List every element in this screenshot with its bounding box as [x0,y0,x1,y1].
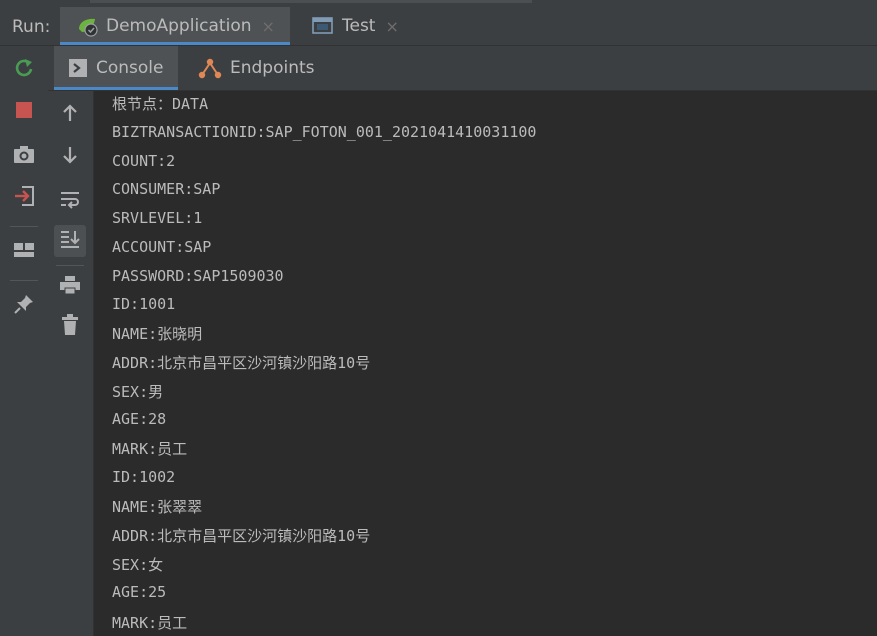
trash-icon [61,314,79,340]
down-arrow-icon [60,145,80,169]
down-button[interactable] [54,141,86,173]
dump-threads-button[interactable] [10,142,38,170]
console-line: CONSUMER:SAP [112,180,221,198]
console-line: ADDR:北京市昌平区沙河镇沙阳路10号 [112,354,371,372]
restore-layout-button[interactable] [10,238,38,266]
run-label: Run: [12,17,51,37]
console-output[interactable]: 根节点：DATA BIZTRANSACTIONID:SAP_FOTON_001_… [94,91,877,636]
window-icon [312,15,336,37]
print-icon [59,275,81,299]
console-line: ID:1001 [112,295,176,313]
scroll-to-end-icon [59,228,81,254]
console-line: COUNT:2 [112,152,176,170]
toolbar-divider [10,226,38,227]
close-icon[interactable]: × [385,17,398,36]
clear-all-button[interactable] [54,311,86,343]
up-arrow-icon [60,103,80,127]
stop-button[interactable] [10,98,38,126]
tab-label: Test [342,16,376,36]
console-line: MARK:员工 [112,614,188,632]
console-icon [68,58,88,78]
console-line: SRVLEVEL:1 [112,209,203,227]
up-button[interactable] [54,99,86,131]
console-line: NAME:张翠翠 [112,498,203,516]
toolbar-divider [56,265,84,266]
exit-button[interactable] [10,184,38,212]
console-line: SEX:女 [112,556,164,574]
console-line: ADDR:北京市昌平区沙河镇沙阳路10号 [112,527,371,545]
print-button[interactable] [54,271,86,303]
tab-label: DemoApplication [106,16,252,36]
soft-wrap-button[interactable] [54,185,86,217]
camera-icon [13,144,35,168]
rerun-icon [13,57,35,83]
console-line: ACCOUNT:SAP [112,238,212,256]
close-icon[interactable]: × [262,17,275,36]
toolbar-divider [10,280,38,281]
run-toolbar [0,46,49,636]
soft-wrap-icon [59,189,81,213]
stop-icon [15,101,33,123]
console-line: ID:1002 [112,468,176,486]
tab-label: Endpoints [230,58,315,78]
console-line: 根节点：DATA [112,95,209,113]
exit-icon [13,185,35,211]
console-line: AGE:28 [112,410,167,428]
layout-icon [13,241,35,263]
tab-demo-application[interactable]: DemoApplication × [60,7,290,45]
console-tab-bar: Console Endpoints [48,46,877,91]
spring-boot-icon [76,15,100,37]
tab-console[interactable]: Console [54,46,178,90]
tab-label: Console [96,58,164,78]
tab-test[interactable]: Test × [302,7,402,45]
folded-panel-edge [90,0,532,3]
scroll-to-end-button[interactable] [54,225,86,257]
rerun-button[interactable] [10,56,38,84]
console-line: NAME:张晓明 [112,325,203,343]
endpoints-icon [198,57,222,79]
console-line: AGE:25 [112,583,167,601]
console-toolbar [48,91,94,636]
console-line: SEX:男 [112,383,164,401]
console-line: PASSWORD:SAP1509030 [112,267,284,285]
console-line: MARK:员工 [112,440,188,458]
pin-tab-button[interactable] [10,292,38,320]
console-line: BIZTRANSACTIONID:SAP_FOTON_001_202104141… [112,123,537,141]
tab-endpoints[interactable]: Endpoints [184,46,315,90]
pin-icon [13,293,35,319]
run-tab-bar: Run: DemoApplication × Test × [0,7,877,46]
